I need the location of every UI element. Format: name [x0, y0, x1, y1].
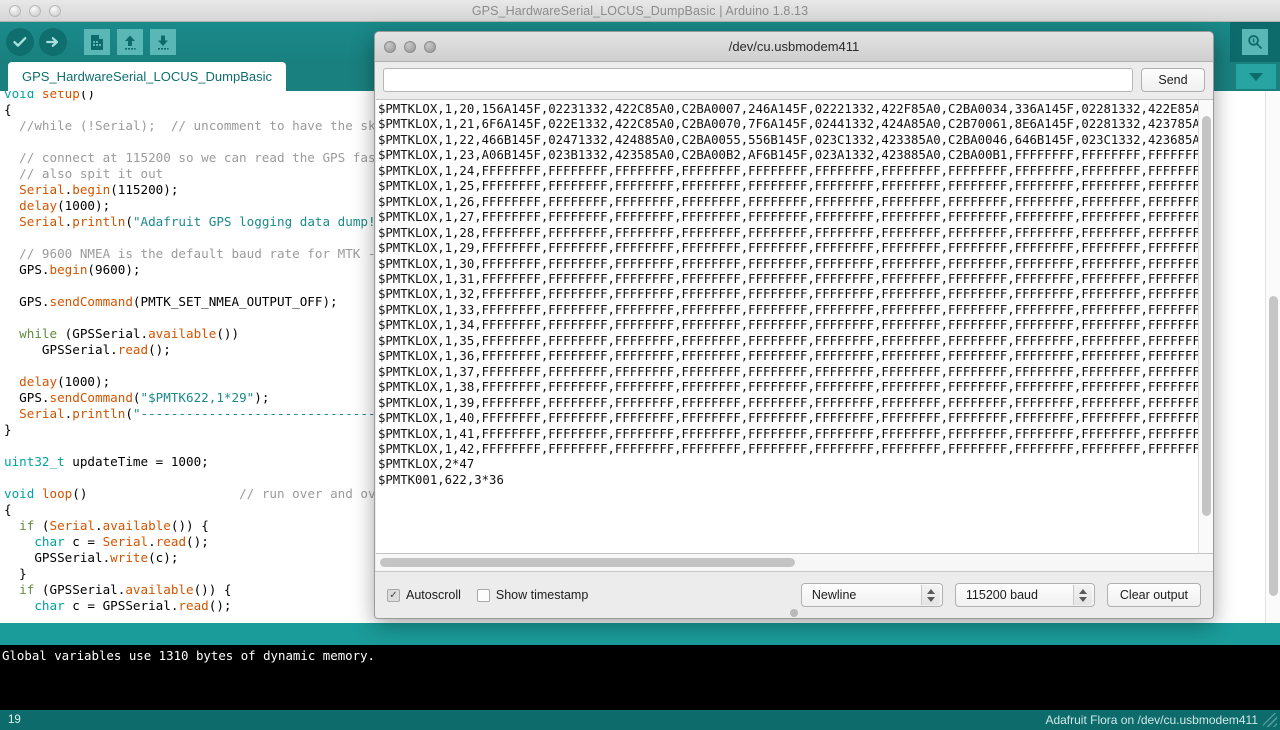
baud-arrow-down-glyph [1079, 597, 1087, 602]
sketch-tab-active[interactable]: GPS_HardwareSerial_LOCUS_DumpBasic [8, 62, 286, 91]
baud-stepper-arrows-icon[interactable] [1073, 585, 1092, 605]
window-resize-handle[interactable] [790, 609, 798, 617]
send-button[interactable]: Send [1141, 68, 1205, 92]
arrow-up-glyph [927, 589, 935, 594]
new-sketch-button[interactable] [84, 29, 110, 55]
serial-monitor-titlebar: /dev/cu.usbmodem411 [375, 32, 1213, 62]
board-port-indicator: Adafruit Flora on /dev/cu.usbmodem411 [1045, 713, 1280, 727]
baud-arrow-up-glyph [1079, 589, 1087, 594]
show-timestamp-checkbox[interactable] [477, 589, 490, 602]
sketch-tab-label: GPS_HardwareSerial_LOCUS_DumpBasic [22, 69, 272, 84]
resize-grip-icon[interactable] [1263, 713, 1277, 727]
serial-monitor-button[interactable] [1230, 22, 1280, 62]
line-ending-value: Newline [812, 588, 856, 602]
chevron-down-icon [1249, 73, 1263, 81]
arrow-down-icon [155, 34, 171, 51]
autoscroll-label: Autoscroll [406, 588, 461, 602]
show-timestamp-label: Show timestamp [496, 588, 588, 602]
checkmark-icon [11, 33, 29, 51]
tab-menu-button[interactable] [1236, 64, 1276, 89]
verify-button[interactable] [6, 28, 34, 56]
serial-output-text: $PMTKLOX,1,20,156A145F,02231332,422C85A0… [378, 102, 1214, 488]
serial-vscroll-thumb[interactable] [1202, 116, 1211, 516]
stepper-arrows-icon[interactable] [921, 585, 940, 605]
serial-send-row: Send [375, 62, 1213, 98]
serial-output-area[interactable]: $PMTKLOX,1,20,156A145F,02231332,422C85A0… [376, 99, 1214, 554]
autoscroll-checkbox-group[interactable]: ✓ Autoscroll [387, 588, 461, 602]
serial-monitor-title: /dev/cu.usbmodem411 [375, 39, 1213, 54]
serial-send-input[interactable] [383, 68, 1133, 92]
editor-vertical-scrollbar[interactable] [1265, 91, 1280, 623]
baud-rate-value: 115200 baud [966, 588, 1038, 602]
serial-hscroll-thumb[interactable] [380, 558, 795, 567]
autoscroll-checkbox[interactable]: ✓ [387, 589, 400, 602]
status-bar: 19 Adafruit Flora on /dev/cu.usbmodem411 [0, 710, 1280, 730]
upload-button[interactable] [39, 28, 67, 56]
line-number-indicator: 19 [0, 714, 21, 726]
console-header-strip [0, 623, 1280, 645]
main-window-titlebar: GPS_HardwareSerial_LOCUS_DumpBasic | Ard… [0, 0, 1280, 22]
line-ending-select[interactable]: Newline [801, 583, 943, 607]
arrow-up-icon [122, 34, 138, 51]
serial-vertical-scrollbar[interactable] [1198, 100, 1213, 553]
baud-rate-select[interactable]: 115200 baud [955, 583, 1095, 607]
code-content: void setup() { //while (!Serial); // unc… [4, 91, 406, 614]
serial-horizontal-scrollbar[interactable] [376, 554, 1214, 571]
arrow-down-glyph [927, 597, 935, 602]
editor-scrollbar-thumb[interactable] [1269, 296, 1278, 596]
main-window-title: GPS_HardwareSerial_LOCUS_DumpBasic | Ard… [0, 4, 1280, 18]
show-timestamp-checkbox-group[interactable]: Show timestamp [477, 588, 588, 602]
magnifier-icon [1242, 29, 1268, 55]
save-sketch-button[interactable] [150, 29, 176, 55]
magnifier-glyph [1246, 33, 1264, 51]
serial-monitor-window: /dev/cu.usbmodem411 Send $PMTKLOX,1,20,1… [374, 31, 1214, 619]
clear-output-button[interactable]: Clear output [1107, 583, 1201, 607]
arrow-right-icon [44, 33, 62, 51]
open-sketch-button[interactable] [117, 29, 143, 55]
new-file-icon [89, 34, 105, 51]
console-output: Global variables use 1310 bytes of dynam… [0, 645, 1280, 710]
